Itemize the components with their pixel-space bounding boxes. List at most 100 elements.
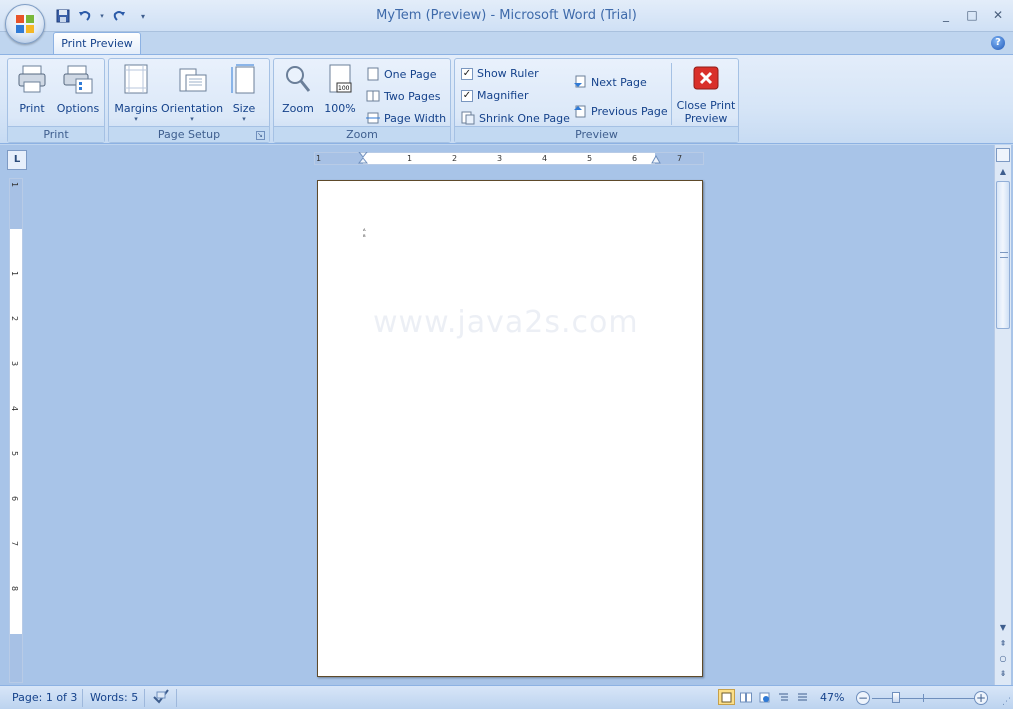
help-icon[interactable]: ? xyxy=(991,36,1005,50)
hruler-tick: 1 xyxy=(407,154,413,163)
document-page[interactable]: ᴬ ᴮ www.java2s.com xyxy=(317,180,703,677)
print-layout-view-icon[interactable] xyxy=(718,689,735,705)
bottom-margin-zone xyxy=(10,634,22,682)
outline-view-icon[interactable] xyxy=(775,689,792,705)
proofing-icon[interactable] xyxy=(152,688,170,707)
options-label: Options xyxy=(56,102,100,115)
margins-button[interactable]: Margins ▾ xyxy=(113,63,159,123)
two-pages-button[interactable]: Two Pages xyxy=(366,89,440,103)
window-controls: _ □ ✕ xyxy=(935,6,1009,24)
zoom-slider-track xyxy=(872,698,976,699)
scroll-down-button[interactable]: ▼ xyxy=(995,621,1011,635)
previous-page-icon xyxy=(574,105,586,118)
office-logo-icon xyxy=(16,15,34,33)
hruler-tick: 5 xyxy=(587,154,593,163)
scroll-grip-icon xyxy=(1000,252,1008,258)
page-width-icon xyxy=(366,112,380,124)
zoom-out-button[interactable]: − xyxy=(856,691,870,705)
title-bar: ▾ ▾ MyTem (Preview) - Microsoft Word (Tr… xyxy=(0,0,1013,32)
one-page-button[interactable]: One Page xyxy=(366,67,437,81)
paragraph-mark: ᴬ ᴮ xyxy=(363,229,366,241)
vruler-tick: 5 xyxy=(10,450,20,457)
status-divider xyxy=(82,689,83,707)
tab-selector-button[interactable]: L xyxy=(7,150,27,170)
orientation-label: Orientation xyxy=(161,102,224,115)
page-count-status[interactable]: Page: 1 of 3 xyxy=(12,691,77,704)
status-divider xyxy=(144,689,145,707)
shrink-one-page-button[interactable]: Shrink One Page xyxy=(461,111,570,125)
print-button[interactable]: Print xyxy=(14,63,50,115)
hruler-tick: 4 xyxy=(542,154,548,163)
zoom-label: Zoom xyxy=(282,102,314,115)
select-browse-object-button[interactable]: ○ xyxy=(995,652,1011,666)
next-page-icon xyxy=(574,75,586,88)
view-buttons xyxy=(718,689,811,705)
next-page-nav-button[interactable]: ⇟ xyxy=(995,667,1011,681)
page-setup-launcher-icon[interactable]: ↘ xyxy=(256,131,265,140)
magnifier-checkbox[interactable]: ✓ Magnifier xyxy=(461,89,528,102)
zoom-button[interactable]: Zoom xyxy=(280,63,316,115)
orientation-button[interactable]: Orientation ▾ xyxy=(161,63,223,123)
svg-text:100: 100 xyxy=(338,85,350,92)
view-ruler-icon[interactable] xyxy=(996,148,1010,162)
options-button[interactable]: Options xyxy=(56,63,100,115)
zoom-100-button[interactable]: 100 100% xyxy=(322,63,358,115)
margins-icon xyxy=(124,64,148,94)
zoom-100-icon: 100 xyxy=(329,64,352,93)
size-label: Size xyxy=(232,102,256,115)
zoom-slider-thumb[interactable] xyxy=(892,692,900,703)
group-preview: ✓ Show Ruler ✓ Magnifier Shrink One Page… xyxy=(454,58,739,143)
page-width-label: Page Width xyxy=(384,111,447,125)
shrink-page-icon xyxy=(461,111,475,125)
hruler-tick: 3 xyxy=(497,154,503,163)
scroll-thumb[interactable] xyxy=(996,181,1010,329)
show-ruler-check-icon: ✓ xyxy=(461,67,473,80)
scroll-up-button[interactable]: ▲ xyxy=(995,165,1011,179)
show-ruler-label: Show Ruler xyxy=(477,67,539,80)
shrink-one-page-label: Shrink One Page xyxy=(479,111,570,125)
show-ruler-checkbox[interactable]: ✓ Show Ruler xyxy=(461,67,539,80)
zoom-level-button[interactable]: 47% xyxy=(820,691,844,704)
next-page-button[interactable]: Next Page xyxy=(573,75,647,89)
previous-page-button[interactable]: Previous Page xyxy=(573,104,668,118)
group-label-print: Print xyxy=(8,126,104,142)
horizontal-ruler[interactable]: 1 1 2 3 4 5 6 7 xyxy=(314,152,704,165)
minimize-button[interactable]: _ xyxy=(935,6,957,24)
margins-label: Margins xyxy=(114,102,158,115)
group-zoom: Zoom 100 100% One Page Two Pages Page Wi… xyxy=(273,58,451,143)
vertical-ruler[interactable]: 1 1 2 3 4 5 6 7 8 xyxy=(9,178,23,683)
vruler-tick: 1 xyxy=(10,270,20,277)
vruler-tick: 3 xyxy=(10,360,20,367)
hruler-tick: 1 xyxy=(316,154,322,163)
right-indent-marker-icon[interactable] xyxy=(651,155,661,165)
margins-dropdown-icon: ▾ xyxy=(134,115,138,123)
size-icon xyxy=(231,64,255,94)
previous-page-nav-button[interactable]: ⇞ xyxy=(995,637,1011,651)
size-dropdown-icon: ▾ xyxy=(242,115,246,123)
office-button[interactable] xyxy=(5,4,45,44)
web-layout-view-icon[interactable] xyxy=(756,689,773,705)
orientation-dropdown-icon: ▾ xyxy=(190,115,194,123)
magnifier-label: Magnifier xyxy=(477,89,529,102)
zoom-100-label: 100% xyxy=(324,102,356,115)
size-button[interactable]: Size ▾ xyxy=(227,63,261,123)
close-print-preview-button[interactable]: Close Print Preview xyxy=(675,63,737,125)
left-indent-marker-icon[interactable] xyxy=(358,152,368,166)
mark-line-2: ᴮ xyxy=(363,234,366,241)
word-count-status[interactable]: Words: 5 xyxy=(90,691,138,704)
full-screen-reading-view-icon[interactable] xyxy=(737,689,754,705)
resize-grip-icon[interactable]: ⋰ xyxy=(1002,697,1011,707)
ribbon: Print Options Print Margins ▾ Orientatio… xyxy=(0,54,1013,144)
zoom-slider[interactable]: − + xyxy=(854,690,994,706)
document-area: L 1 1 2 3 4 5 6 7 1 1 2 3 4 5 6 7 8 ᴬ ᴮ … xyxy=(0,145,1013,685)
hruler-tick: 2 xyxy=(452,154,458,163)
close-button[interactable]: ✕ xyxy=(987,6,1009,24)
maximize-button[interactable]: □ xyxy=(961,6,983,24)
vruler-tick: 1 xyxy=(10,181,20,188)
close-preview-icon xyxy=(693,66,719,90)
vertical-scrollbar[interactable]: ▲ ▼ ⇞ ○ ⇟ xyxy=(994,145,1011,685)
page-width-button[interactable]: Page Width xyxy=(366,111,446,125)
draft-view-icon[interactable] xyxy=(794,689,811,705)
zoom-in-button[interactable]: + xyxy=(974,691,988,705)
tab-print-preview[interactable]: Print Preview xyxy=(53,32,141,55)
